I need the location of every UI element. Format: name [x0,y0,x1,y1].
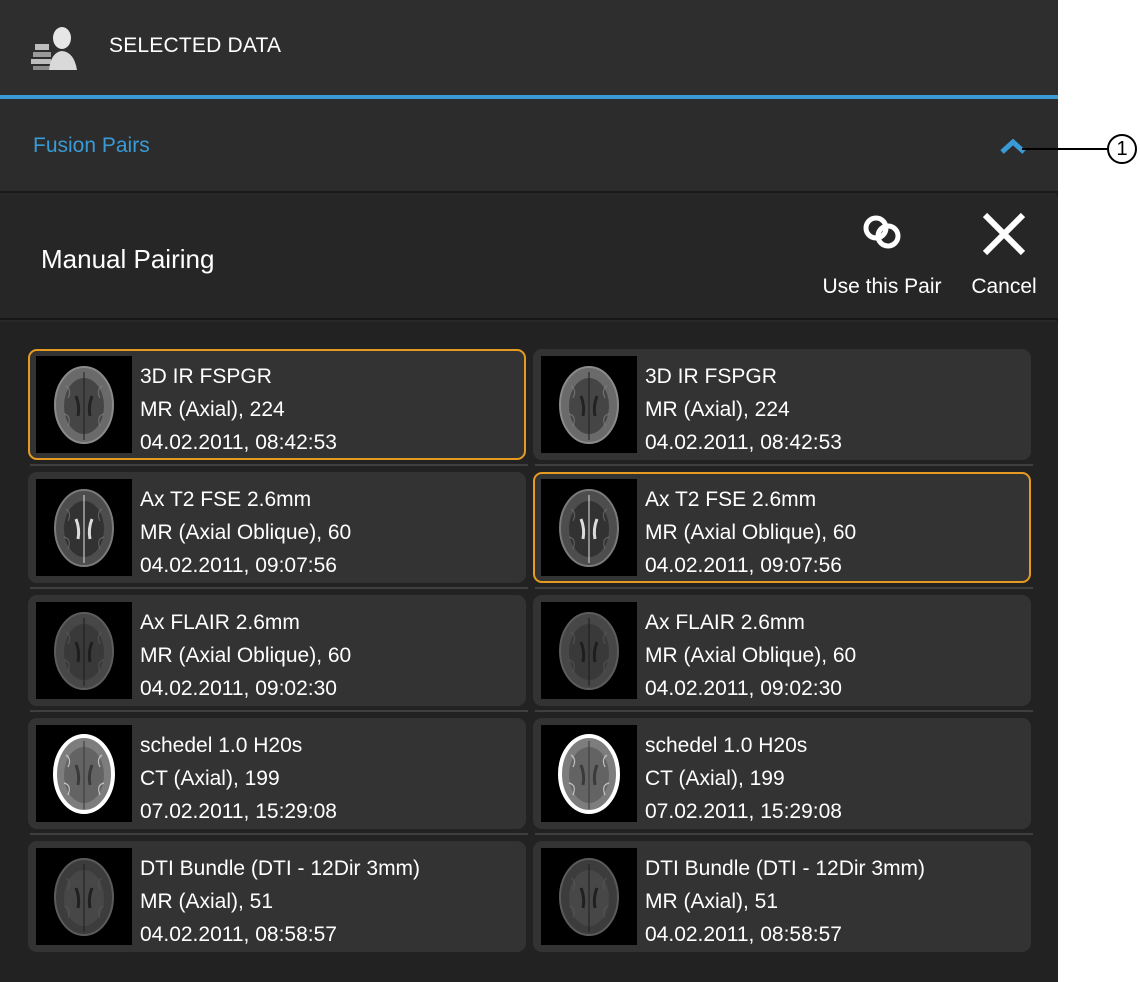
series-card[interactable]: DTI Bundle (DTI - 12Dir 3mm) MR (Axial),… [533,841,1031,952]
series-date: 07.02.2011, 15:29:08 [645,800,842,823]
series-card[interactable]: Ax T2 FSE 2.6mm MR (Axial Oblique), 60 0… [28,472,528,589]
series-detail: MR (Axial Oblique), 60 [645,644,857,667]
series-detail: CT (Axial), 199 [140,767,280,790]
series-date: 04.02.2011, 08:42:53 [140,431,337,454]
series-card[interactable]: DTI Bundle (DTI - 12Dir 3mm) MR (Axial),… [28,841,526,952]
series-detail: MR (Axial), 51 [140,890,274,913]
callout-marker: 1 [1107,134,1137,164]
series-info: Ax FLAIR 2.6mm MR (Axial Oblique), 60 04… [140,606,351,705]
series-card[interactable]: Ax FLAIR 2.6mm MR (Axial Oblique), 60 04… [28,595,528,712]
series-name: DTI Bundle (DTI - 12Dir 3mm) [140,857,421,880]
patient-data-icon [31,27,77,70]
series-card[interactable]: 3D IR FSPGR MR (Axial), 224 04.02.2011, … [28,349,528,466]
link-icon [863,215,901,249]
left-series-column: 3D IR FSPGR MR (Axial), 224 04.02.2011, … [28,349,528,964]
series-name: 3D IR FSPGR [140,365,272,388]
series-card[interactable]: 3D IR FSPGR MR (Axial), 224 04.02.2011, … [533,349,1033,466]
series-name: Ax FLAIR 2.6mm [645,611,805,634]
series-info: schedel 1.0 H20s CT (Axial), 199 07.02.2… [140,729,337,828]
series-detail: MR (Axial), 224 [645,398,790,421]
series-info: schedel 1.0 H20s CT (Axial), 199 07.02.2… [645,729,842,828]
series-card[interactable]: schedel 1.0 H20s CT (Axial), 199 07.02.2… [533,718,1033,835]
series-detail: MR (Axial Oblique), 60 [140,644,352,667]
manual-pairing-toolbar: Manual Pairing Use this Pair Cancel [0,196,1058,320]
series-date: 04.02.2011, 08:58:57 [140,923,337,946]
series-info: 3D IR FSPGR MR (Axial), 224 04.02.2011, … [645,360,842,459]
close-icon [982,212,1026,256]
series-date: 04.02.2011, 09:02:30 [140,677,337,700]
series-name: DTI Bundle (DTI - 12Dir 3mm) [645,857,926,880]
fusion-pairs-accordion[interactable]: Fusion Pairs [0,99,1058,193]
series-card[interactable]: Ax T2 FSE 2.6mm MR (Axial Oblique), 60 0… [533,472,1033,589]
series-info: 3D IR FSPGR MR (Axial), 224 04.02.2011, … [140,360,337,459]
selected-data-panel: SELECTED DATA Fusion Pairs Manual Pairin… [0,0,1058,982]
series-date: 07.02.2011, 15:29:08 [140,800,337,823]
series-thumbnail [541,479,637,576]
series-detail: MR (Axial Oblique), 60 [140,521,352,544]
series-detail: MR (Axial Oblique), 60 [645,521,857,544]
panel-header: SELECTED DATA [0,0,1058,95]
series-name: Ax FLAIR 2.6mm [140,611,300,634]
series-card[interactable]: Ax FLAIR 2.6mm MR (Axial Oblique), 60 04… [533,595,1033,712]
series-thumbnail [541,602,637,699]
series-name: Ax T2 FSE 2.6mm [140,488,312,511]
series-info: Ax T2 FSE 2.6mm MR (Axial Oblique), 60 0… [645,483,856,582]
series-detail: MR (Axial), 51 [645,890,779,913]
chevron-up-icon[interactable] [999,138,1027,154]
right-series-column: 3D IR FSPGR MR (Axial), 224 04.02.2011, … [533,349,1033,964]
series-info: Ax T2 FSE 2.6mm MR (Axial Oblique), 60 0… [140,483,351,582]
cancel-label: Cancel [971,275,1037,298]
series-date: 04.02.2011, 08:58:57 [645,923,842,946]
use-this-pair-label: Use this Pair [822,275,942,298]
series-detail: MR (Axial), 224 [140,398,285,421]
series-thumbnail [541,848,637,945]
series-card[interactable]: schedel 1.0 H20s CT (Axial), 199 07.02.2… [28,718,528,835]
series-thumbnail [36,479,132,576]
series-thumbnail [36,356,132,453]
series-info: DTI Bundle (DTI - 12Dir 3mm) MR (Axial),… [645,852,925,951]
series-date: 04.02.2011, 09:07:56 [140,554,337,577]
callout-leader-line [1022,148,1108,150]
series-thumbnail [36,848,132,945]
series-date: 04.02.2011, 09:02:30 [645,677,842,700]
use-this-pair-button[interactable]: Use this Pair [812,210,952,310]
series-detail: CT (Axial), 199 [645,767,785,790]
series-name: schedel 1.0 H20s [645,734,808,757]
series-date: 04.02.2011, 08:42:53 [645,431,842,454]
cancel-button[interactable]: Cancel [962,210,1046,310]
manual-pairing-title: Manual Pairing [41,244,215,274]
series-thumbnail [36,602,132,699]
panel-title: SELECTED DATA [109,34,282,57]
series-thumbnail [541,356,637,453]
series-info: DTI Bundle (DTI - 12Dir 3mm) MR (Axial),… [140,852,420,951]
series-date: 04.02.2011, 09:07:56 [645,554,842,577]
series-thumbnail [541,725,637,822]
series-pair-list: 3D IR FSPGR MR (Axial), 224 04.02.2011, … [0,322,1058,982]
series-name: 3D IR FSPGR [645,365,777,388]
series-thumbnail [36,725,132,822]
series-name: Ax T2 FSE 2.6mm [645,488,817,511]
series-info: Ax FLAIR 2.6mm MR (Axial Oblique), 60 04… [645,606,856,705]
series-name: schedel 1.0 H20s [140,734,303,757]
accordion-title: Fusion Pairs [33,134,150,157]
